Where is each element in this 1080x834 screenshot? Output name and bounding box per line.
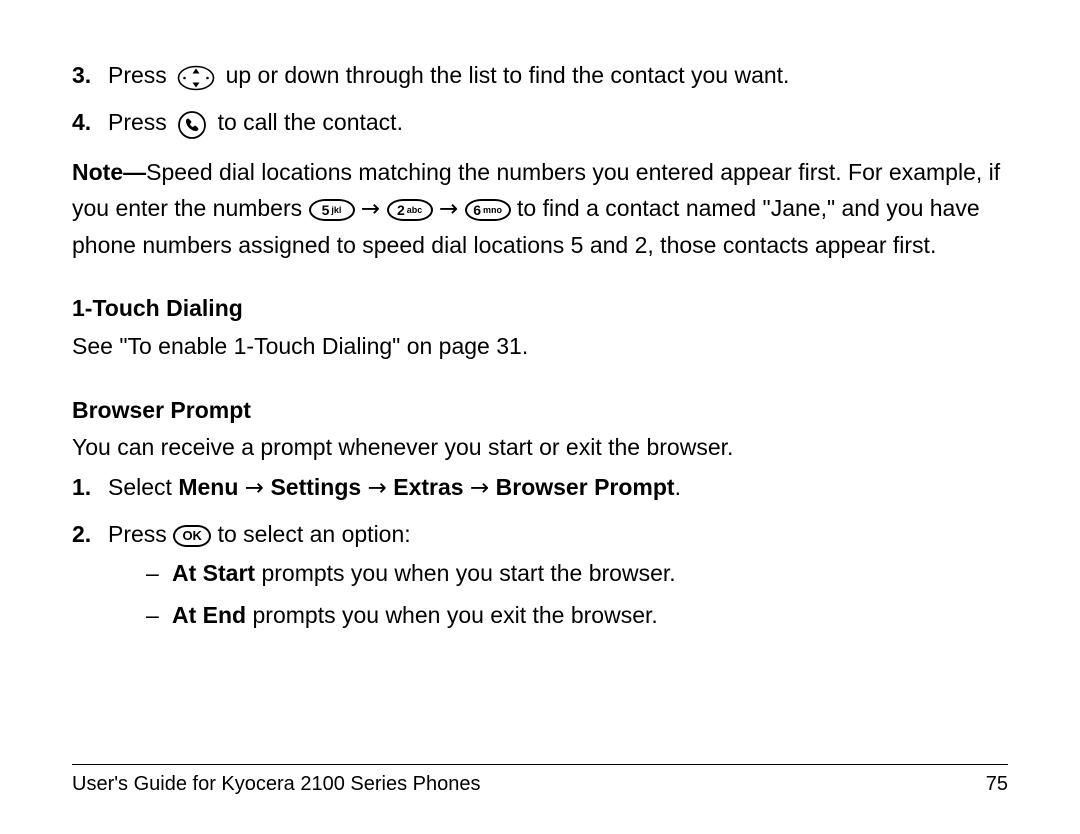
page-footer: User's Guide for Kyocera 2100 Series Pho… xyxy=(72,764,1008,796)
opt-label: At Start xyxy=(172,560,255,586)
ok-key-icon: OK xyxy=(173,525,211,547)
step-4: 4. Press to call the contact. xyxy=(72,105,1008,142)
key-6mno-icon: 6mno xyxy=(465,199,511,221)
arrow-icon: → xyxy=(245,475,264,501)
opt-rest: prompts you when you start the browser. xyxy=(255,560,676,586)
footer-page-number: 75 xyxy=(986,773,1008,796)
browser-steps: 1. Select Menu → Settings → Extras → Bro… xyxy=(72,470,1008,634)
arrow-icon: → xyxy=(361,196,380,222)
arrow-icon: → xyxy=(439,196,458,222)
nav-updown-icon xyxy=(177,59,215,95)
steps-top: 3. Press up or down through the list to … xyxy=(72,58,1008,141)
path-settings: Settings xyxy=(270,474,361,500)
step-text-before: Press xyxy=(108,109,173,135)
call-key-icon xyxy=(177,106,207,142)
step-text-after: to select an option: xyxy=(218,521,411,547)
browser-step-2: 2. Press OK to select an option: At Star… xyxy=(72,517,1008,634)
step-3: 3. Press up or down through the list to … xyxy=(72,58,1008,95)
note-paragraph: Note—Speed dial locations matching the n… xyxy=(72,155,1008,263)
path-browser-prompt: Browser Prompt xyxy=(496,474,675,500)
step-text-after: up or down through the list to find the … xyxy=(226,62,790,88)
step-number: 1. xyxy=(72,470,91,506)
step-number: 4. xyxy=(72,105,91,141)
arrow-icon: → xyxy=(368,475,387,501)
option-list: At Start prompts you when you start the … xyxy=(108,556,1008,633)
path-extras: Extras xyxy=(393,474,463,500)
step-text-before: Press xyxy=(108,62,173,88)
heading-browser-prompt: Browser Prompt xyxy=(72,393,1008,429)
browser-step-1: 1. Select Menu → Settings → Extras → Bro… xyxy=(72,470,1008,507)
key-5jkl-icon: 5jkl xyxy=(309,199,355,221)
opt-rest: prompts you when you exit the browser. xyxy=(246,602,658,628)
step-lead: Select xyxy=(108,474,178,500)
period: . xyxy=(675,474,681,500)
key-2abc-icon: 2abc xyxy=(387,199,433,221)
heading-touch-dialing: 1-Touch Dialing xyxy=(72,291,1008,327)
step-text-after: to call the contact. xyxy=(218,109,403,135)
footer-title: User's Guide for Kyocera 2100 Series Pho… xyxy=(72,773,480,796)
step-number: 3. xyxy=(72,58,91,94)
option-at-start: At Start prompts you when you start the … xyxy=(146,556,1008,592)
touch-body: See "To enable 1-Touch Dialing" on page … xyxy=(72,329,1008,365)
browser-intro: You can receive a prompt whenever you st… xyxy=(72,430,1008,466)
arrow-icon: → xyxy=(470,475,489,501)
step-text-before: Press xyxy=(108,521,173,547)
page-content: 3. Press up or down through the list to … xyxy=(0,0,1080,634)
step-number: 2. xyxy=(72,517,91,553)
option-at-end: At End prompts you when you exit the bro… xyxy=(146,598,1008,634)
path-menu: Menu xyxy=(178,474,238,500)
note-label: Note— xyxy=(72,159,146,185)
opt-label: At End xyxy=(172,602,246,628)
